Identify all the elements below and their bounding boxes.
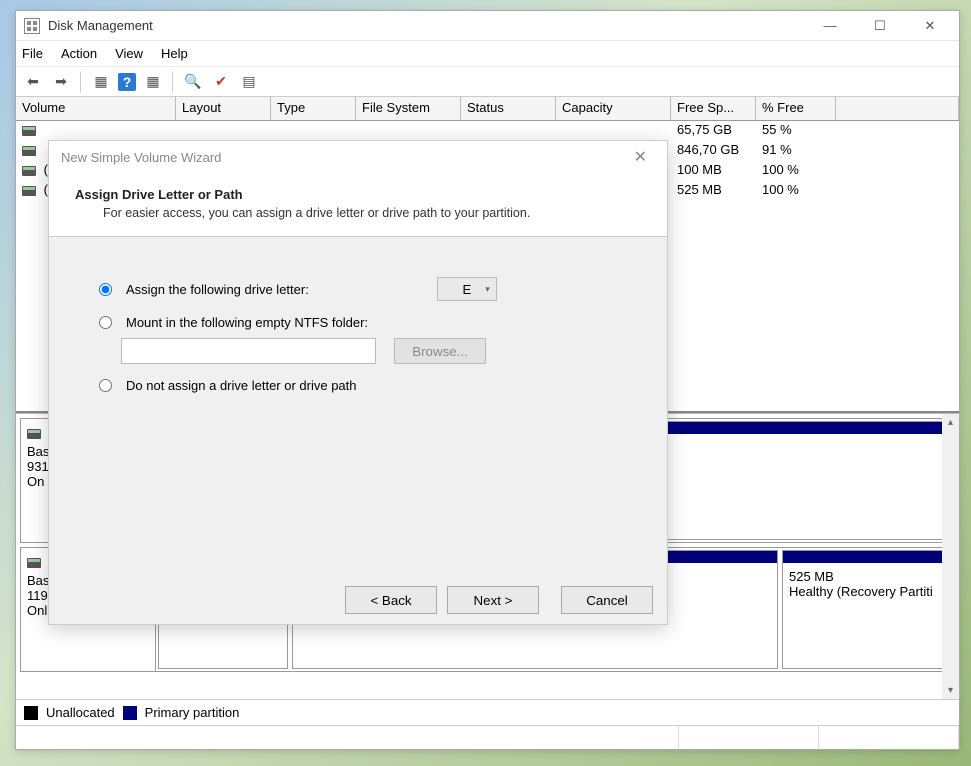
col-capacity[interactable]: Capacity <box>556 97 671 120</box>
col-filesystem[interactable]: File System <box>356 97 461 120</box>
col-pct-free[interactable]: % Free <box>756 97 836 120</box>
wizard-footer: < Back Next > Cancel <box>49 576 667 624</box>
free-cell: 65,75 GB <box>671 121 756 141</box>
list-icon[interactable]: ▤ <box>238 71 260 93</box>
no-letter-label: Do not assign a drive letter or drive pa… <box>126 378 357 393</box>
table-header: Volume Layout Type File System Status Ca… <box>16 97 959 121</box>
legend-unallocated: Unallocated <box>46 705 115 720</box>
cancel-button[interactable]: Cancel <box>561 586 653 614</box>
volume-icon <box>22 186 36 196</box>
free-cell: 846,70 GB <box>671 141 756 161</box>
drive-letter-value: E <box>462 282 471 297</box>
mount-folder-radio[interactable] <box>99 316 112 329</box>
app-icon <box>24 18 40 34</box>
next-button[interactable]: Next > <box>447 586 539 614</box>
col-spacer <box>836 97 959 120</box>
wizard-subheading: For easier access, you can assign a driv… <box>103 206 647 220</box>
wizard-title: New Simple Volume Wizard <box>61 150 626 165</box>
statusbar <box>16 725 959 749</box>
wizard-body: Assign the following drive letter: E Mou… <box>49 237 667 576</box>
col-free-space[interactable]: Free Sp... <box>671 97 756 120</box>
disk-icon <box>27 558 41 568</box>
separator <box>172 71 174 93</box>
back-button[interactable]: < Back <box>345 586 437 614</box>
help-icon[interactable]: ? <box>118 73 136 91</box>
wizard-close-button[interactable]: ✕ <box>626 143 655 171</box>
legend-primary: Primary partition <box>145 705 240 720</box>
settings-icon[interactable]: ▦ <box>142 71 164 93</box>
partition[interactable]: 525 MB Healthy (Recovery Partiti <box>782 550 952 669</box>
titlebar: Disk Management — ☐ ✕ <box>16 11 959 41</box>
menu-file[interactable]: File <box>22 46 43 61</box>
volume-icon <box>22 166 36 176</box>
scrollbar[interactable]: ▴ ▾ <box>942 414 959 699</box>
scroll-up-icon[interactable]: ▴ <box>942 414 959 431</box>
primary-swatch <box>123 706 137 720</box>
back-icon[interactable]: ⬅ <box>22 71 44 93</box>
pct-cell: 55 % <box>756 121 836 141</box>
browse-button: Browse... <box>394 338 486 364</box>
menu-action[interactable]: Action <box>61 46 97 61</box>
separator <box>80 71 82 93</box>
free-cell: 525 MB <box>671 181 756 201</box>
partition-size: 525 MB <box>789 569 945 584</box>
legend: Unallocated Primary partition <box>16 699 959 725</box>
menu-help[interactable]: Help <box>161 46 188 61</box>
no-letter-radio[interactable] <box>99 379 112 392</box>
col-layout[interactable]: Layout <box>176 97 271 120</box>
close-button[interactable]: ✕ <box>915 15 945 37</box>
col-type[interactable]: Type <box>271 97 356 120</box>
unallocated-swatch <box>24 706 38 720</box>
pct-cell: 91 % <box>756 141 836 161</box>
refresh-icon[interactable]: 🔍 <box>182 71 204 93</box>
pct-cell: 100 % <box>756 181 836 201</box>
forward-icon[interactable]: ➡ <box>50 71 72 93</box>
pct-cell: 100 % <box>756 161 836 181</box>
check-icon[interactable]: ✔ <box>210 71 232 93</box>
scroll-down-icon[interactable]: ▾ <box>942 682 959 699</box>
maximize-button[interactable]: ☐ <box>865 15 895 37</box>
disk-icon <box>27 429 41 439</box>
wizard-titlebar: New Simple Volume Wizard ✕ <box>49 141 667 173</box>
new-volume-wizard: New Simple Volume Wizard ✕ Assign Drive … <box>48 140 668 625</box>
wizard-header: Assign Drive Letter or Path For easier a… <box>49 173 667 237</box>
menubar: File Action View Help <box>16 41 959 67</box>
col-volume[interactable]: Volume <box>16 97 176 120</box>
assign-letter-radio[interactable] <box>99 283 112 296</box>
free-cell: 100 MB <box>671 161 756 181</box>
properties-icon[interactable]: ▦ <box>90 71 112 93</box>
volume-icon <box>22 126 36 136</box>
col-status[interactable]: Status <box>461 97 556 120</box>
volume-icon <box>22 146 36 156</box>
partition-health: Healthy (Recovery Partiti <box>789 584 945 599</box>
toolbar: ⬅ ➡ ▦ ? ▦ 🔍 ✔ ▤ <box>16 67 959 97</box>
drive-letter-select[interactable]: E <box>437 277 497 301</box>
table-row[interactable]: 65,75 GB 55 % <box>16 121 959 141</box>
partition-header <box>783 551 951 563</box>
mount-folder-label: Mount in the following empty NTFS folder… <box>126 315 368 330</box>
assign-letter-label: Assign the following drive letter: <box>126 282 309 297</box>
app-title: Disk Management <box>48 18 815 33</box>
mount-folder-input <box>121 338 376 364</box>
wizard-heading: Assign Drive Letter or Path <box>75 187 647 202</box>
menu-view[interactable]: View <box>115 46 143 61</box>
minimize-button[interactable]: — <box>815 15 845 37</box>
